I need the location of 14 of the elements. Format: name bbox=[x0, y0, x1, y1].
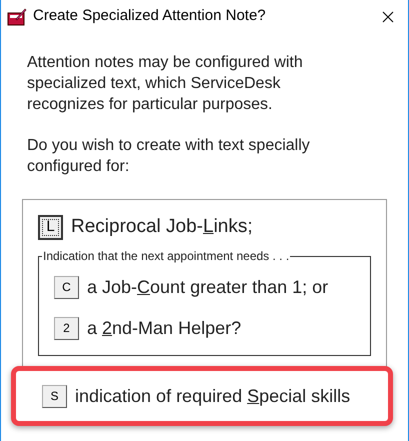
option-label: a Job-Count greater than 1; or bbox=[87, 276, 328, 299]
option-label: Reciprocal Job-Links; bbox=[71, 215, 253, 239]
window-title: Create Specialized Attention Note? bbox=[33, 6, 266, 26]
group-caption: Indication that the next appointment needs . . . bbox=[42, 248, 290, 262]
shortcut-key-button[interactable]: S bbox=[42, 384, 67, 408]
instruction-text: Attention notes may be configured with specialized text, which ServiceDesk recognizes for particular purposes. bbox=[27, 53, 304, 115]
close-icon bbox=[382, 10, 394, 22]
shortcut-key-button[interactable]: 2 bbox=[54, 316, 79, 340]
shortcut-key-button[interactable]: C bbox=[54, 276, 79, 298]
option-label: indication of required Special skills bbox=[75, 384, 350, 408]
app-icon bbox=[7, 6, 27, 26]
option-label: a 2nd-Man Helper? bbox=[87, 316, 242, 340]
instruction-text: Do you wish to create with text specially configured for: bbox=[27, 136, 311, 177]
shortcut-key-button[interactable]: L bbox=[38, 214, 63, 240]
